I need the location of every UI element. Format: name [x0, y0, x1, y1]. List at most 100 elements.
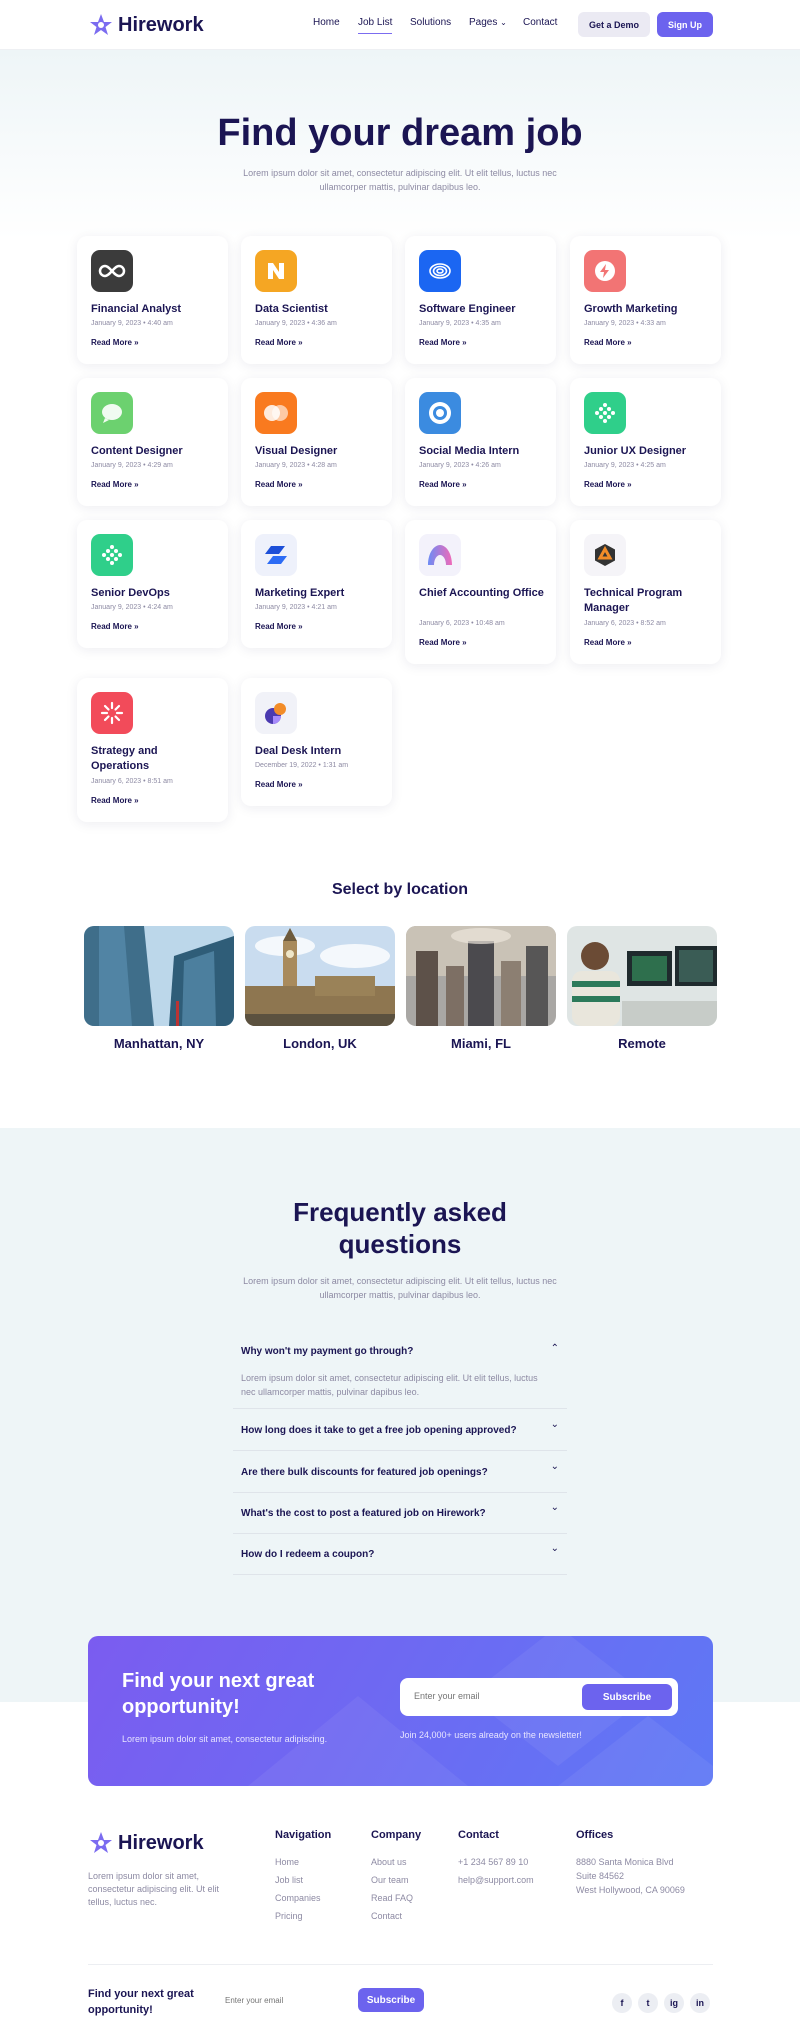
job-title[interactable]: Social Media Intern [419, 444, 544, 459]
get-demo-button[interactable]: Get a Demo [578, 12, 650, 37]
job-card[interactable]: Senior DevOps January 9, 2023 • 4:24 am Re… [77, 520, 228, 648]
job-card[interactable]: Visual Designer January 9, 2023 • 4:28 am… [241, 378, 392, 506]
faq-item-1[interactable]: Why won't my payment go through? ⌃ Lorem… [233, 1336, 567, 1409]
job-card[interactable]: Software Engineer January 9, 2023 • 4:35 … [405, 236, 556, 364]
read-more-link[interactable]: Read More » [91, 622, 139, 631]
footer-phone[interactable]: +1 234 567 89 10 [458, 1857, 528, 1867]
chevron-up-icon[interactable]: ⌃ [551, 1343, 559, 1354]
nav-home[interactable]: Home [313, 17, 340, 28]
nav-pages[interactable]: Pages ⌄ [469, 17, 507, 28]
circles-icon [255, 392, 297, 434]
site-header: Hirework Home Job List Solutions Pages ⌄… [0, 0, 800, 50]
job-card[interactable]: Chief Accounting Office January 6, 2023 •… [405, 520, 556, 664]
job-title[interactable]: Visual Designer [255, 444, 380, 459]
job-title[interactable]: Strategy and Operations [91, 744, 216, 774]
footer-subscribe-button[interactable]: Subscribe [358, 1988, 424, 2012]
footer-company-title: Company [371, 1829, 422, 1841]
read-more-link[interactable]: Read More » [419, 338, 467, 347]
job-title[interactable]: Technical Program Manager [584, 586, 709, 616]
job-title[interactable]: Software Engineer [419, 302, 544, 317]
logo[interactable]: Hirework [88, 12, 204, 38]
chevron-down-icon[interactable]: ⌄ [551, 1461, 559, 1472]
chevron-down-icon[interactable]: ⌄ [551, 1543, 559, 1554]
star-logo-icon [90, 14, 112, 35]
facebook-icon[interactable]: f [612, 1993, 632, 2013]
faq-item-4[interactable]: What's the cost to post a featured job o… [233, 1493, 567, 1534]
job-date: January 9, 2023 • 4:26 am [419, 462, 501, 469]
faq-question[interactable]: What's the cost to post a featured job o… [241, 1508, 486, 1519]
job-card[interactable]: Data Scientist January 9, 2023 • 4:36 am R… [241, 236, 392, 364]
job-title[interactable]: Deal Desk Intern [255, 744, 380, 759]
footer-link-home[interactable]: Home [275, 1857, 299, 1867]
job-card[interactable]: Content Designer January 9, 2023 • 4:29 a… [77, 378, 228, 506]
location-image-manhattan[interactable] [84, 926, 234, 1026]
job-card[interactable]: Financial Analyst January 9, 2023 • 4:40 … [77, 236, 228, 364]
job-title[interactable]: Junior UX Designer [584, 444, 709, 459]
read-more-link[interactable]: Read More » [91, 338, 139, 347]
email-input[interactable] [414, 1691, 564, 1701]
job-card[interactable]: Social Media Intern January 9, 2023 • 4:2… [405, 378, 556, 506]
job-title[interactable]: Financial Analyst [91, 302, 216, 317]
footer-link-team[interactable]: Our team [371, 1875, 409, 1885]
location-image-london[interactable] [245, 926, 395, 1026]
footer-link-job-list[interactable]: Job list [275, 1875, 303, 1885]
read-more-link[interactable]: Read More » [419, 480, 467, 489]
faq-question[interactable]: Are there bulk discounts for featured jo… [241, 1467, 488, 1478]
job-card[interactable]: Growth Marketing January 9, 2023 • 4:33 a… [570, 236, 721, 364]
faq-question[interactable]: How do I redeem a coupon? [241, 1549, 374, 1560]
chevron-down-icon[interactable]: ⌄ [551, 1502, 559, 1513]
location-image-miami[interactable] [406, 926, 556, 1026]
location-name-manhattan[interactable]: Manhattan, NY [84, 1036, 234, 1051]
job-title[interactable]: Senior DevOps [91, 586, 216, 601]
faq-question[interactable]: How long does it take to get a free job … [241, 1425, 517, 1436]
read-more-link[interactable]: Read More » [584, 338, 632, 347]
dots-diamond-icon [91, 534, 133, 576]
read-more-link[interactable]: Read More » [255, 622, 303, 631]
job-title[interactable]: Growth Marketing [584, 302, 709, 317]
faq-title: Frequently asked questions [293, 1197, 507, 1259]
instagram-icon[interactable]: ig [664, 1993, 684, 2013]
read-more-link[interactable]: Read More » [584, 638, 632, 647]
nav-solutions[interactable]: Solutions [410, 17, 451, 28]
job-title[interactable]: Marketing Expert [255, 586, 380, 601]
job-card[interactable]: Deal Desk Intern December 19, 2022 • 1:31… [241, 678, 392, 806]
read-more-link[interactable]: Read More » [255, 780, 303, 789]
footer-link-pricing[interactable]: Pricing [275, 1911, 303, 1921]
footer-logo[interactable]: Hirework [88, 1830, 204, 1856]
footer-link-faq[interactable]: Read FAQ [371, 1893, 413, 1903]
faq-item-5[interactable]: How do I redeem a coupon? ⌄ [233, 1534, 567, 1575]
linkedin-icon[interactable]: in [690, 1993, 710, 2013]
chevron-down-icon[interactable]: ⌄ [551, 1419, 559, 1430]
footer-link-contact[interactable]: Contact [371, 1911, 402, 1921]
job-title[interactable]: Data Scientist [255, 302, 380, 317]
job-card[interactable]: Technical Program Manager January 6, 2023… [570, 520, 721, 664]
location-image-remote[interactable] [567, 926, 717, 1026]
read-more-link[interactable]: Read More » [419, 638, 467, 647]
nav-job-list[interactable]: Job List [358, 17, 393, 34]
location-name-remote[interactable]: Remote [567, 1036, 717, 1051]
footer-link-companies[interactable]: Companies [275, 1893, 321, 1903]
read-more-link[interactable]: Read More » [91, 480, 139, 489]
job-title[interactable]: Content Designer [91, 444, 216, 459]
read-more-link[interactable]: Read More » [255, 338, 303, 347]
location-name-miami[interactable]: Miami, FL [406, 1036, 556, 1051]
read-more-link[interactable]: Read More » [584, 480, 632, 489]
job-card[interactable]: Strategy and Operations January 6, 2023 •… [77, 678, 228, 822]
faq-item-3[interactable]: Are there bulk discounts for featured jo… [233, 1451, 567, 1493]
footer-link-about[interactable]: About us [371, 1857, 407, 1867]
read-more-link[interactable]: Read More » [255, 480, 303, 489]
location-name-london[interactable]: London, UK [245, 1036, 395, 1051]
subscribe-button[interactable]: Subscribe [582, 1684, 672, 1710]
faq-item-2[interactable]: How long does it take to get a free job … [233, 1409, 567, 1451]
nav-contact[interactable]: Contact [523, 17, 557, 28]
faq-question[interactable]: Why won't my payment go through? [241, 1346, 413, 1357]
footer-email[interactable]: help@support.com [458, 1875, 534, 1885]
read-more-link[interactable]: Read More » [91, 796, 139, 805]
job-card[interactable]: Marketing Expert January 9, 2023 • 4:21 a… [241, 520, 392, 648]
job-card[interactable]: Junior UX Designer January 9, 2023 • 4:25… [570, 378, 721, 506]
sign-up-button[interactable]: Sign Up [657, 12, 713, 37]
twitter-icon[interactable]: t [638, 1993, 658, 2013]
job-date: January 9, 2023 • 4:25 am [584, 462, 666, 469]
job-title[interactable]: Chief Accounting Office [419, 586, 544, 601]
footer-email-input[interactable] [215, 1988, 340, 2012]
